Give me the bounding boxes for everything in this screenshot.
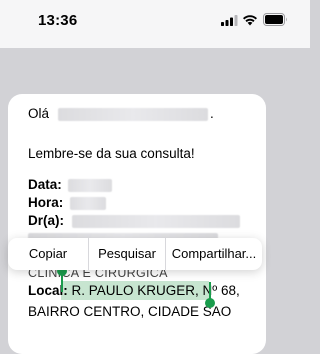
status-time: 13:36 <box>38 12 78 29</box>
message-bubble: Olá . Lembre-se da sua consulta! Data: H… <box>8 94 266 354</box>
date-label: Data: <box>28 177 62 192</box>
greeting-line: Olá <box>28 105 49 123</box>
time-label: Hora: <box>28 195 64 210</box>
status-bar: 13:36 <box>0 0 310 48</box>
greeting-end: . <box>210 106 214 121</box>
battery-icon <box>263 13 287 26</box>
share-menu-item[interactable]: Compartilhar... <box>166 238 262 270</box>
reminder-text: Lembre-se da sua consulta! <box>28 146 195 161</box>
selection-start-bar <box>61 272 63 292</box>
selected-address[interactable]: R. PAULO KRUGER, Nº 68, <box>72 283 240 298</box>
wifi-icon <box>243 15 257 26</box>
redacted-patient-name <box>58 108 208 121</box>
text-context-menu: Copiar Pesquisar Compartilhar... <box>8 238 262 270</box>
address-line-2: BAIRRO CENTRO, CIDADE SAO <box>28 304 232 319</box>
redacted-doctor <box>72 215 240 228</box>
redacted-time <box>70 197 106 210</box>
doctor-label: Dr(a): <box>28 213 64 228</box>
search-menu-item[interactable]: Pesquisar <box>89 238 165 270</box>
redacted-date <box>68 179 112 192</box>
copy-menu-item[interactable]: Copiar <box>8 238 88 270</box>
selection-end-handle[interactable] <box>205 298 215 308</box>
greeting-text: Olá <box>28 106 50 121</box>
cellular-signal-icon <box>221 15 238 26</box>
